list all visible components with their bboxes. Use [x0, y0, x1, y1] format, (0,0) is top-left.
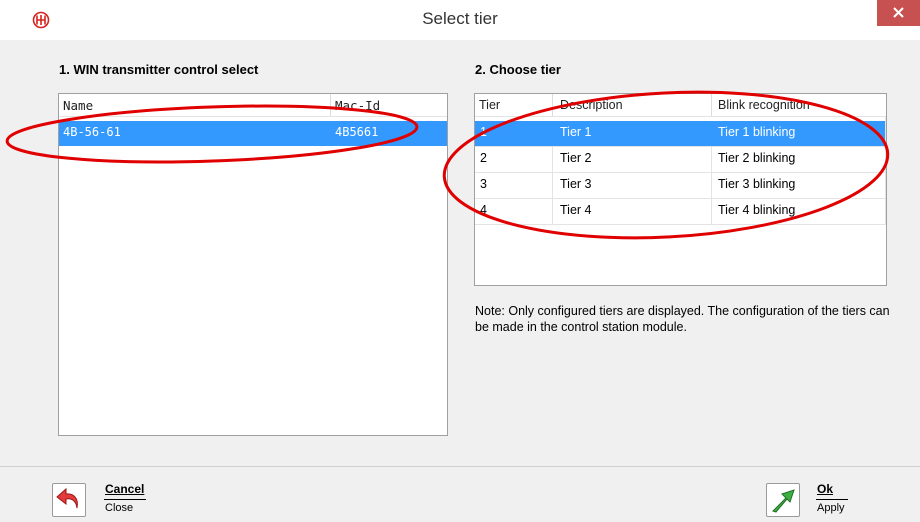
- tier-blink-recognition: Tier 2 blinking: [718, 151, 796, 165]
- column-header-mac-id[interactable]: Mac-Id: [335, 98, 380, 113]
- ok-label[interactable]: Ok: [817, 482, 833, 496]
- choose-tier-heading: 2. Choose tier: [475, 62, 561, 77]
- tier-blink-recognition: Tier 3 blinking: [718, 177, 796, 191]
- window-title: Select tier: [422, 9, 498, 28]
- tier-grid-header: Tier Description Blink recognition: [475, 94, 886, 117]
- undo-arrow-icon: [56, 487, 78, 509]
- column-separator[interactable]: [330, 94, 331, 116]
- tier-number: 4: [480, 203, 487, 217]
- tier-blink-recognition: Tier 4 blinking: [718, 203, 796, 217]
- tier-blink-recognition: Tier 1 blinking: [718, 125, 796, 139]
- close-icon: [893, 7, 904, 18]
- tier-description: Tier 3: [560, 177, 592, 191]
- cancel-label[interactable]: Cancel: [105, 482, 144, 496]
- grid-line: [552, 147, 553, 225]
- column-header-description[interactable]: Description: [560, 98, 623, 112]
- tier-description: Tier 2: [560, 151, 592, 165]
- tier-note: Note: Only configured tiers are displaye…: [475, 304, 890, 334]
- column-header-blink-recognition[interactable]: Blink recognition: [718, 98, 810, 112]
- ok-sub-label[interactable]: Apply: [817, 502, 845, 514]
- transmitter-mac-id: 4B5661: [335, 125, 379, 139]
- grid-line: [475, 146, 886, 147]
- green-arrow-icon: [772, 489, 795, 513]
- tier-row[interactable]: 3 Tier 3 Tier 3 blinking: [475, 173, 886, 198]
- title-bar: Select tier: [0, 0, 920, 41]
- tier-description: Tier 1: [560, 125, 592, 139]
- tier-number: 1: [480, 125, 487, 139]
- transmitter-grid: Name Mac-Id 4B-56-61 4B5661: [58, 93, 448, 436]
- tier-row[interactable]: 4 Tier 4 Tier 4 blinking: [475, 199, 886, 224]
- column-separator[interactable]: [552, 94, 553, 116]
- tier-row[interactable]: 2 Tier 2 Tier 2 blinking: [475, 147, 886, 172]
- ok-button[interactable]: [766, 483, 800, 517]
- transmitter-grid-header: Name Mac-Id: [59, 94, 447, 117]
- column-header-tier[interactable]: Tier: [479, 98, 500, 112]
- cancel-sub-label[interactable]: Close: [105, 502, 133, 514]
- cancel-divider: [104, 499, 146, 500]
- tier-description: Tier 4: [560, 203, 592, 217]
- tier-number: 2: [480, 151, 487, 165]
- transmitter-name: 4B-56-61: [63, 125, 121, 139]
- close-button[interactable]: [877, 0, 920, 26]
- grid-line: [475, 172, 886, 173]
- grid-line: [711, 147, 712, 225]
- grid-line: [885, 116, 886, 225]
- column-separator[interactable]: [711, 94, 712, 116]
- transmitter-row[interactable]: 4B-56-61 4B5661: [59, 121, 447, 146]
- dialog-content: 1. WIN transmitter control select Name M…: [0, 40, 920, 522]
- select-tier-dialog: Select tier 1. WIN transmitter control s…: [0, 0, 920, 522]
- grid-line: [475, 224, 886, 225]
- grid-line: [475, 198, 886, 199]
- tier-row[interactable]: 1 Tier 1 Tier 1 blinking: [475, 121, 886, 146]
- ok-divider: [816, 499, 848, 500]
- tier-number: 3: [480, 177, 487, 191]
- transmitter-select-heading: 1. WIN transmitter control select: [59, 62, 259, 77]
- dialog-footer: Cancel Close Ok Apply: [0, 466, 920, 522]
- tier-grid: Tier Description Blink recognition 1 Tie…: [474, 93, 887, 286]
- column-header-name[interactable]: Name: [63, 98, 93, 113]
- cancel-button[interactable]: [52, 483, 86, 517]
